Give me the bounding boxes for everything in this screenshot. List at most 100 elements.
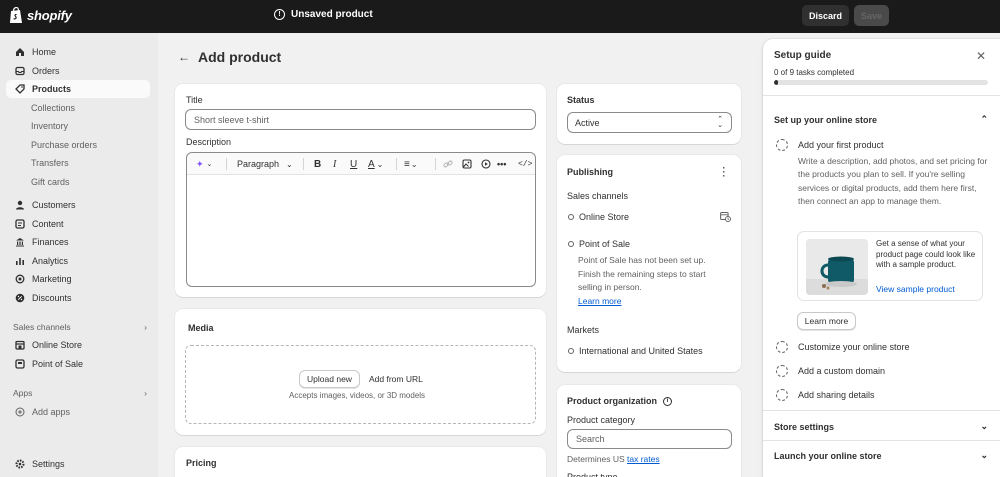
- select-arrows-icon: ⌃ ⌄: [717, 116, 723, 129]
- inbox-icon: [14, 66, 25, 77]
- task-sharing-details[interactable]: Add sharing details: [776, 389, 875, 401]
- toolbar-divider: [396, 158, 397, 170]
- description-editor[interactable]: ✦ ⌄ Paragraph ⌄ B I U A ⌄ ≡ ⌄ ••• </>: [186, 152, 536, 287]
- sidebar-item-products[interactable]: Products: [6, 80, 150, 98]
- channel-label: Online Store: [579, 212, 630, 222]
- sidebar-item-orders[interactable]: Orders: [6, 62, 150, 80]
- chevron-down-icon: ⌄: [980, 421, 988, 431]
- sidebar-item-point-of-sale[interactable]: Point of Sale: [6, 355, 150, 373]
- task-label: Add sharing details: [798, 390, 875, 400]
- sidebar-item-label: Discounts: [32, 293, 72, 303]
- sidebar-subitem-inventory[interactable]: Inventory: [31, 119, 68, 133]
- sidebar-subitem-gift-cards[interactable]: Gift cards: [31, 175, 70, 189]
- progress-text: 0 of 9 tasks completed: [774, 68, 855, 77]
- save-button[interactable]: Save: [854, 5, 889, 26]
- section-launch-store[interactable]: Launch your online store ⌄: [774, 450, 988, 461]
- underline-button[interactable]: U: [350, 158, 357, 170]
- code-icon[interactable]: </>: [518, 158, 532, 170]
- sidebar-item-label: Home: [32, 47, 57, 57]
- sidebar-item-label: Online Store: [32, 340, 83, 350]
- sidebar-subitem-purchase-orders[interactable]: Purchase orders: [31, 138, 97, 152]
- more-vertical-icon[interactable]: · · ·: [721, 164, 727, 181]
- add-from-url-button[interactable]: Add from URL: [369, 374, 423, 384]
- close-icon[interactable]: ✕: [976, 49, 986, 63]
- sidebar-item-content[interactable]: Content: [6, 215, 150, 233]
- link-icon[interactable]: [443, 158, 453, 170]
- guide-learn-more-button[interactable]: Learn more: [797, 312, 856, 330]
- unsaved-label: Unsaved product: [291, 9, 373, 20]
- shopify-logo[interactable]: shopify: [9, 7, 72, 24]
- task-add-first-product[interactable]: Add your first product: [776, 139, 884, 151]
- sidebar-subitem-transfers[interactable]: Transfers: [31, 156, 69, 170]
- tax-rates-link[interactable]: tax rates: [627, 454, 660, 464]
- toolbar-divider: [303, 158, 304, 170]
- sidebar-item-label: Customers: [32, 200, 76, 210]
- chevron-right-icon: ›: [144, 388, 147, 398]
- status-card: Status Active ⌃ ⌄: [557, 84, 741, 144]
- status-dot: [568, 348, 574, 354]
- category-search-input[interactable]: [567, 429, 732, 449]
- tax-rates-note: Determines US tax rates: [567, 454, 660, 464]
- more-horizontal-icon[interactable]: •••: [497, 158, 506, 170]
- sidebar-item-add-apps[interactable]: Add apps: [6, 403, 150, 421]
- sidebar-item-discounts[interactable]: Discounts: [6, 289, 150, 307]
- tax-note-text: Determines US: [567, 454, 625, 464]
- status-value: Active: [575, 117, 600, 128]
- align-button[interactable]: ≡ ⌄: [404, 158, 418, 170]
- setup-guide-panel: Setup guide ✕ 0 of 9 tasks completed Set…: [763, 39, 1000, 477]
- sidebar-item-finances[interactable]: Finances: [6, 233, 150, 251]
- discard-button[interactable]: Discard: [802, 5, 849, 26]
- bold-button[interactable]: B: [314, 158, 321, 170]
- video-icon[interactable]: [481, 158, 491, 170]
- setup-guide-title: Setup guide: [774, 50, 832, 61]
- sidebar-item-marketing[interactable]: Marketing: [6, 270, 150, 288]
- sales-channels-heading: Sales channels: [567, 191, 629, 201]
- back-arrow-icon[interactable]: ←: [178, 50, 190, 64]
- pricing-title: Pricing: [186, 458, 217, 468]
- plus-circle-icon: [14, 407, 25, 418]
- sidebar-item-label: Marketing: [32, 274, 72, 284]
- product-details-card: Title Description ✦⌄ Paragraph⌄ B I U A⌄…: [175, 84, 546, 297]
- task-description: Write a description, add photos, and set…: [798, 156, 988, 207]
- task-custom-domain[interactable]: Add a custom domain: [776, 365, 885, 377]
- sidebar-item-online-store[interactable]: Online Store: [6, 336, 150, 354]
- italic-button[interactable]: I: [333, 158, 336, 170]
- pos-learn-more-link[interactable]: Learn more: [578, 296, 621, 306]
- upload-new-button[interactable]: Upload new: [299, 370, 360, 388]
- sidebar-item-settings[interactable]: Settings: [6, 455, 150, 473]
- status-title: Status: [567, 95, 595, 105]
- task-customize-store[interactable]: Customize your online store: [776, 341, 910, 353]
- title-input[interactable]: [185, 109, 536, 130]
- image-icon[interactable]: [462, 158, 472, 170]
- home-icon: [14, 47, 25, 58]
- paragraph-select[interactable]: Paragraph ⌄: [237, 158, 293, 170]
- sidebar-subitem-collections[interactable]: Collections: [31, 101, 75, 115]
- section-online-store[interactable]: Set up your online store ⌃: [774, 114, 988, 125]
- calendar-schedule-icon[interactable]: [720, 211, 731, 224]
- channel-point-of-sale: Point of Sale: [568, 239, 630, 249]
- category-label: Product category: [567, 415, 636, 425]
- section-store-settings[interactable]: Store settings ⌄: [774, 421, 988, 432]
- view-sample-product-link[interactable]: View sample product: [876, 284, 955, 294]
- text-color-button[interactable]: A ⌄: [368, 158, 383, 170]
- status-dot: [568, 241, 574, 247]
- shopify-bag-icon: [10, 7, 22, 23]
- tag-icon: [14, 84, 25, 95]
- paragraph-label: Paragraph: [237, 159, 280, 169]
- sidebar-item-analytics[interactable]: Analytics: [6, 252, 150, 270]
- sidebar-section-apps[interactable]: Apps ›: [13, 388, 147, 398]
- magic-sparkle-icon[interactable]: ✦ ⌄: [196, 158, 212, 170]
- sidebar-item-customers[interactable]: Customers: [6, 196, 150, 214]
- info-icon[interactable]: i: [663, 396, 672, 406]
- sidebar-section-sales-channels[interactable]: Sales channels ›: [13, 322, 147, 332]
- sidebar-item-home[interactable]: Home: [6, 43, 150, 61]
- section-label: Sales channels: [13, 322, 71, 332]
- media-title: Media: [188, 323, 214, 333]
- status-dot: [568, 214, 574, 220]
- title-label: Title: [186, 95, 203, 105]
- task-status-icon: [776, 139, 788, 151]
- media-dropzone[interactable]: Upload new Add from URL Accepts images, …: [185, 345, 536, 424]
- pos-setup-note: Point of Sale has not been set up. Finis…: [578, 255, 706, 292]
- status-select[interactable]: Active ⌃ ⌄: [567, 112, 732, 133]
- sample-mug-image: [806, 239, 868, 295]
